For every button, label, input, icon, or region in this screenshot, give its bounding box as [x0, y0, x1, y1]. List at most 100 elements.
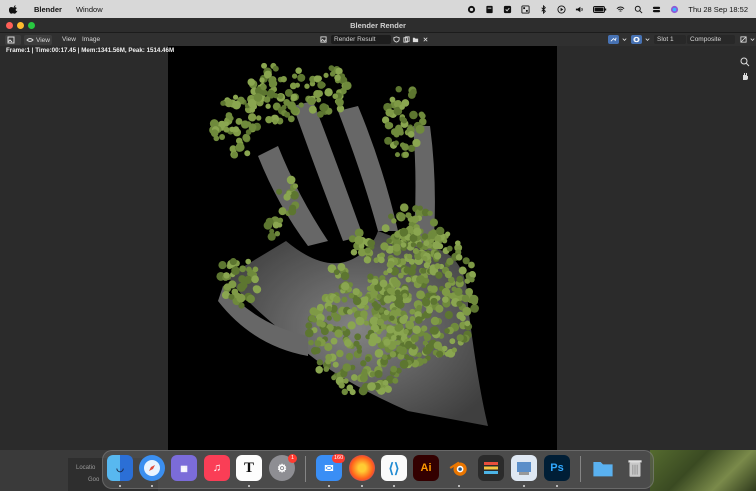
moss-blob — [415, 124, 425, 134]
moss-blob — [449, 338, 456, 345]
image-browse-icon[interactable] — [318, 35, 328, 44]
moss-blob — [350, 374, 358, 381]
moss-blob — [235, 118, 243, 125]
apple-menu-icon[interactable] — [8, 4, 19, 14]
app-menu-blender[interactable]: Blender — [34, 5, 62, 14]
open-folder-icon[interactable] — [411, 35, 419, 44]
moss-blob — [260, 83, 267, 91]
moss-blob — [219, 134, 226, 141]
moss-blob — [427, 210, 433, 216]
typora-icon[interactable]: T — [236, 455, 262, 481]
moss-blob — [386, 267, 393, 274]
moss-blob — [291, 73, 298, 79]
control-center-icon[interactable] — [652, 5, 661, 14]
moss-blob — [304, 83, 310, 89]
moss-blob — [313, 347, 321, 354]
fake-user-shield-icon[interactable] — [392, 35, 400, 44]
moss-blob — [331, 375, 337, 381]
display-chevron-icon[interactable] — [748, 35, 756, 44]
vscode-icon[interactable]: ⟨⟩ — [381, 455, 407, 481]
menu-image[interactable]: Image — [82, 36, 100, 43]
running-indicator — [361, 485, 363, 487]
moss-blob — [416, 241, 423, 249]
moss-blob — [364, 247, 371, 254]
moss-blob — [323, 366, 330, 372]
dock-separator-2 — [580, 456, 581, 482]
moss-blob — [345, 352, 354, 361]
moss-blob — [243, 275, 253, 284]
running-indicator — [458, 485, 460, 487]
music-icon[interactable]: ♫ — [204, 455, 230, 481]
moss-blob — [333, 269, 340, 276]
moss-blob — [297, 73, 306, 82]
battery-icon[interactable] — [593, 5, 607, 14]
moss-blob — [228, 115, 234, 121]
moss-blob — [392, 243, 401, 252]
moss-blob — [400, 142, 406, 148]
moss-blob — [430, 297, 438, 305]
finder-icon[interactable]: ◡ — [107, 455, 133, 481]
document-icon[interactable] — [485, 5, 494, 14]
illustrator-icon[interactable]: Ai — [413, 455, 439, 481]
render-layer-dropdown[interactable]: Composite — [687, 35, 735, 44]
unlink-x-icon[interactable] — [421, 35, 429, 44]
moss-blob — [352, 296, 362, 306]
moss-blob — [330, 337, 338, 345]
moss-blob — [277, 217, 284, 224]
photoshop-icon[interactable]: Ps — [544, 455, 570, 481]
moss-blob — [422, 358, 428, 364]
moss-blob — [265, 217, 274, 226]
moss-blob — [316, 110, 324, 118]
display-channels-icon[interactable] — [738, 35, 748, 44]
play-icon[interactable] — [557, 4, 566, 14]
menu-window[interactable]: Window — [76, 5, 103, 14]
slot-dropdown[interactable]: Slot 1 — [654, 35, 686, 44]
link-nodes-icon[interactable] — [608, 35, 619, 44]
folder-icon[interactable] — [590, 455, 616, 481]
search-icon[interactable] — [634, 5, 643, 14]
duplicate-icon[interactable] — [402, 35, 410, 44]
launchpad-icon[interactable]: ▦ — [171, 455, 197, 481]
firefox-icon[interactable] — [349, 455, 375, 481]
pan-hand-icon[interactable] — [740, 68, 750, 80]
record-icon[interactable] — [467, 5, 476, 14]
moss-blob — [402, 314, 409, 321]
moss-blob — [393, 140, 399, 146]
moss-blob — [456, 334, 464, 342]
moss-blob — [402, 151, 409, 158]
moss-blob — [333, 295, 341, 304]
zoom-icon[interactable] — [740, 54, 750, 67]
view-mode-dropdown[interactable]: View — [24, 35, 52, 45]
menu-view[interactable]: View — [62, 36, 76, 43]
moss-blob — [305, 328, 314, 338]
bluetooth-icon[interactable] — [539, 4, 548, 14]
moss-blob — [255, 115, 262, 121]
moss-blob — [444, 310, 453, 320]
moss-blob — [283, 193, 291, 201]
wifi-icon[interactable] — [616, 5, 625, 14]
editor-type-button[interactable] — [5, 35, 21, 45]
menubar-clock[interactable]: Thu 28 Sep 18:52 — [688, 5, 748, 14]
moss-blob — [422, 255, 428, 262]
moss-blob — [389, 96, 396, 103]
siri-icon[interactable] — [670, 5, 679, 14]
image-name-field[interactable]: Render Result — [331, 35, 391, 44]
render-result-image[interactable] — [168, 46, 557, 450]
safari-icon[interactable] — [139, 455, 165, 481]
view-mode-label: View — [36, 36, 50, 44]
overlay-dropdown-chevron-icon[interactable] — [643, 35, 651, 44]
clipboard-icon[interactable] — [503, 5, 512, 14]
illustrator-label: Ai — [420, 462, 432, 474]
volume-icon[interactable] — [575, 5, 584, 14]
trash-icon[interactable] — [622, 455, 648, 481]
blender-icon[interactable] — [446, 455, 472, 481]
overlay-icon[interactable] — [631, 35, 642, 44]
link-dropdown-chevron-icon[interactable] — [620, 35, 628, 44]
moss-blob — [422, 298, 431, 307]
preview-icon[interactable] — [511, 455, 537, 481]
moss-blob — [444, 282, 452, 289]
moss-blob — [320, 327, 329, 336]
window-layout-icon[interactable] — [521, 4, 530, 14]
running-indicator — [556, 485, 558, 487]
davinci-resolve-icon[interactable] — [478, 455, 504, 481]
